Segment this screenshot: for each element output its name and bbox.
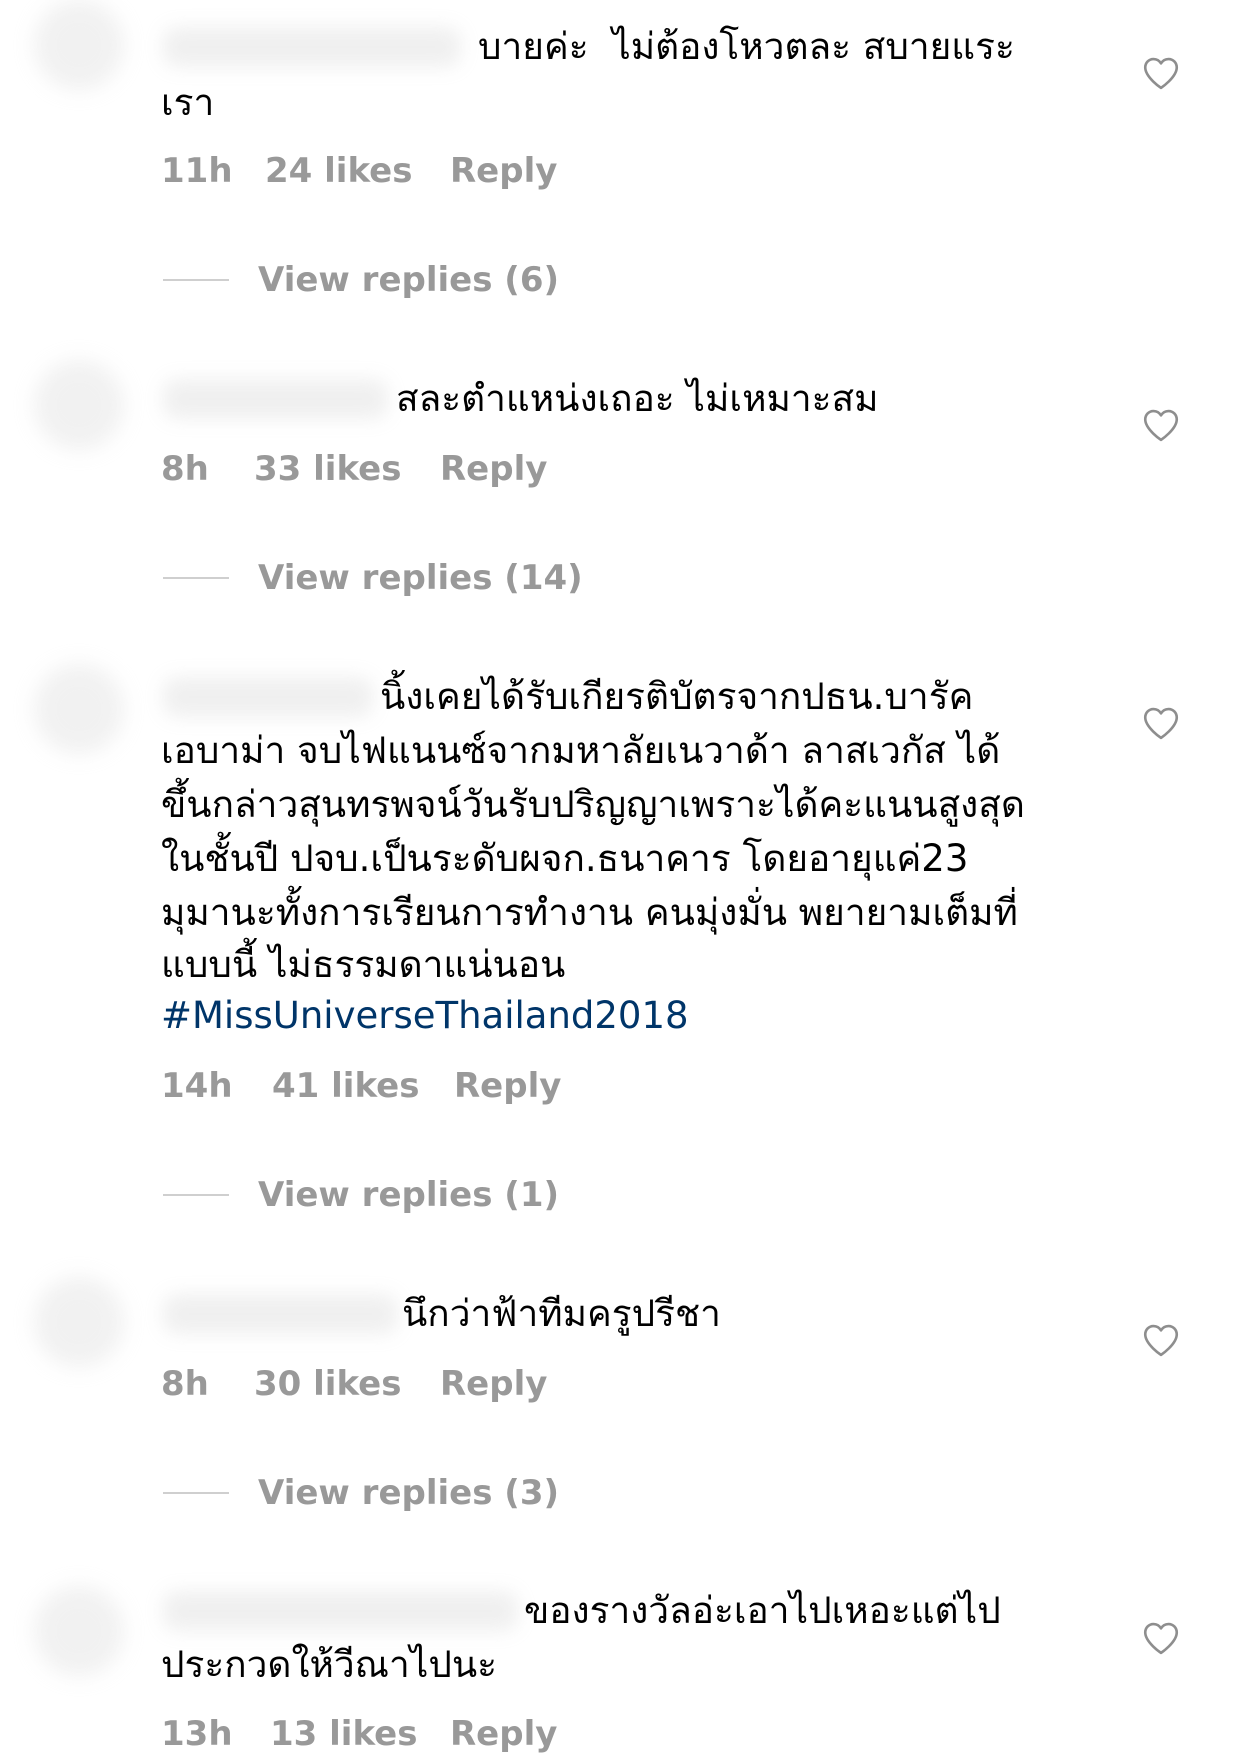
view-replies-button[interactable]: View replies (1) [258, 1175, 559, 1215]
comment-text-line: สละตำแหน่งเถอะ ไม่เหมาะสม [396, 377, 879, 420]
reply-button[interactable]: Reply [450, 151, 557, 191]
reply-button[interactable]: Reply [440, 449, 547, 489]
comment-text-line: ประกวดให้วีณาไปนะ [161, 1643, 498, 1686]
comment-text-line: มุมานะทั้งการเรียนการทำงาน คนมุ่งมั่น พย… [161, 891, 1018, 934]
view-replies-button[interactable]: View replies (3) [258, 1473, 559, 1513]
heart-outline-icon[interactable] [1140, 52, 1182, 94]
hashtag-link[interactable]: #MissUniverseThailand2018 [161, 989, 689, 1043]
likes-count-link[interactable]: 24 likes [265, 151, 412, 191]
comment-text-line: แบบนี้ ไม่ธรรมดาแน่นอน [161, 943, 566, 986]
replies-divider [163, 1194, 229, 1196]
comment-time: 8h [161, 449, 209, 489]
username-redacted [163, 1294, 398, 1334]
comment-text-line: บายค่ะ ไม่ต้องโหวตละ สบายแระ [478, 25, 1015, 68]
username-redacted [163, 677, 373, 717]
comment-text-line: เรา [161, 81, 215, 124]
avatar[interactable] [34, 1277, 124, 1367]
comment-text-line: ของรางวัลอ่ะเอาไปเหอะแต่ไป [524, 1589, 1001, 1632]
heart-outline-icon[interactable] [1140, 1617, 1182, 1659]
likes-count-link[interactable]: 33 likes [254, 449, 401, 489]
comment-text-line: ในชั้นปี ปจบ.เป็นระดับผจก.ธนาคาร โดยอายุ… [161, 837, 969, 880]
username-redacted [163, 1591, 518, 1631]
avatar[interactable] [34, 1586, 124, 1676]
likes-count-link[interactable]: 30 likes [254, 1364, 401, 1404]
replies-divider [163, 279, 229, 281]
username-redacted [163, 27, 461, 67]
comment-text-line: เอบาม่า จบไฟแนนซ์จากมหาลัยเนวาด้า ลาสเวก… [161, 729, 1001, 772]
reply-button[interactable]: Reply [454, 1066, 561, 1106]
heart-outline-icon[interactable] [1140, 1319, 1182, 1361]
replies-divider [163, 577, 229, 579]
comment-time: 13h [161, 1714, 233, 1754]
reply-button[interactable]: Reply [440, 1364, 547, 1404]
heart-outline-icon[interactable] [1140, 702, 1182, 744]
view-replies-button[interactable]: View replies (14) [258, 558, 583, 598]
view-replies-button[interactable]: View replies (6) [258, 260, 559, 300]
comment-time: 14h [161, 1066, 233, 1106]
replies-divider [163, 1492, 229, 1494]
comment-text-line: นิ้งเคยได้รับเกียรติบัตรจากปธน.บารัค [380, 675, 974, 718]
avatar[interactable] [34, 664, 124, 754]
avatar[interactable] [34, 360, 124, 450]
likes-count-link[interactable]: 13 likes [270, 1714, 417, 1754]
likes-count-link[interactable]: 41 likes [272, 1066, 419, 1106]
comment-time: 8h [161, 1364, 209, 1404]
heart-outline-icon[interactable] [1140, 404, 1182, 446]
comment-text-line: นึกว่าฟ้าทีมครูปรีชา [402, 1292, 721, 1335]
reply-button[interactable]: Reply [450, 1714, 557, 1754]
comment-text-line: ขึ้นกล่าวสุนทรพจน์วันรับปริญญาเพราะได้คะ… [161, 783, 1025, 826]
avatar[interactable] [34, 0, 124, 90]
username-redacted [163, 379, 388, 419]
comment-time: 11h [161, 151, 233, 191]
